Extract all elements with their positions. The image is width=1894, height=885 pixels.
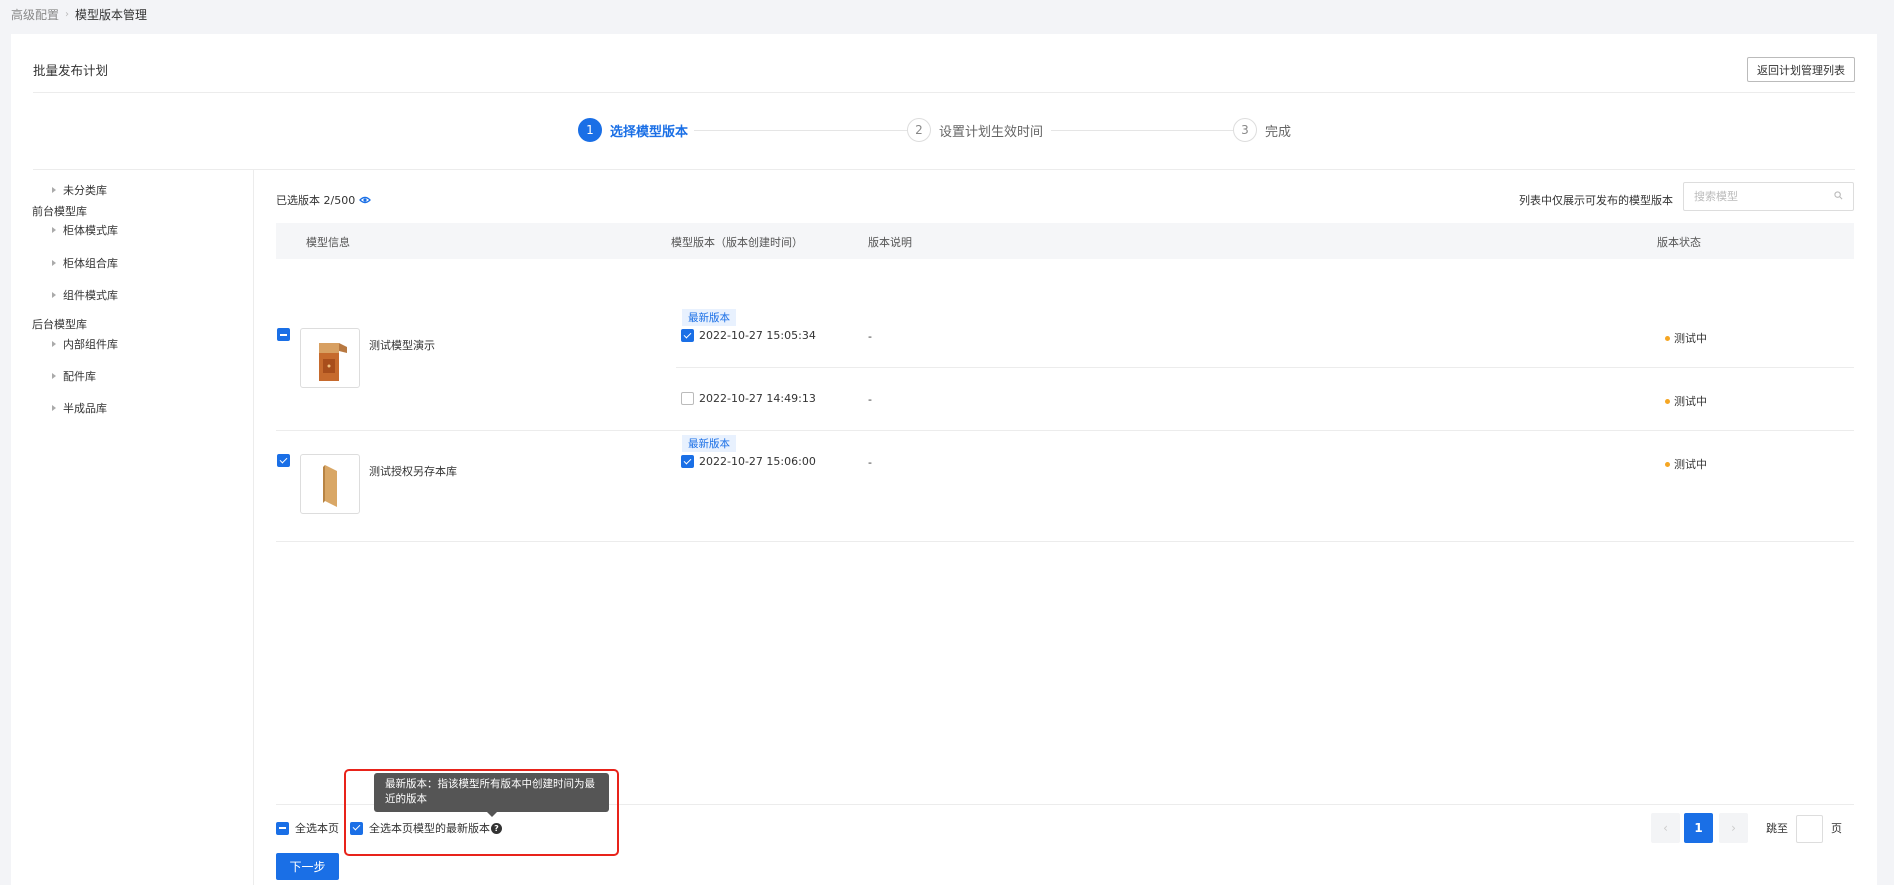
step-1-number: 1 [578, 118, 602, 142]
step-2-number: 2 [907, 118, 931, 142]
row-divider [276, 430, 1854, 431]
caret-right-icon [52, 187, 56, 193]
status-label: 测试中 [1674, 458, 1707, 471]
version-desc: - [868, 456, 872, 469]
jump-page-input[interactable] [1796, 815, 1823, 843]
step-1-label: 选择模型版本 [610, 124, 689, 140]
step-3: 3 完成 [1233, 118, 1291, 142]
tree-item-component-mode[interactable]: 组件模式库 [52, 287, 118, 303]
column-model-version: 模型版本（版本创建时间） [671, 236, 803, 249]
page-1-button[interactable]: 1 [1684, 813, 1713, 843]
version-desc: - [868, 393, 872, 406]
step-2-label: 设置计划生效时间 [939, 124, 1044, 140]
tree-group-back: 后台模型库 [32, 318, 87, 331]
version-time: 2022-10-27 14:49:13 [699, 392, 816, 405]
page-suffix: 页 [1831, 822, 1842, 835]
tree-item-label: 未分类库 [63, 184, 107, 197]
status-dot-icon [1665, 398, 1670, 404]
step-connector [1051, 130, 1235, 131]
divider [33, 92, 1855, 93]
status-dot-icon [1665, 461, 1670, 467]
breadcrumb-current: 模型版本管理 [75, 8, 148, 22]
select-page-box[interactable] [276, 821, 289, 835]
column-model-info: 模型信息 [306, 236, 350, 249]
step-3-number: 3 [1233, 118, 1257, 142]
library-sidebar: 未分类库 前台模型库 柜体模式库 柜体组合库 组件模式库 后台模型库 内部组件库… [11, 170, 254, 885]
version-time: 2022-10-27 15:05:34 [699, 329, 816, 342]
panel-image [323, 465, 337, 507]
selected-count: 已选版本 2/500 [276, 192, 372, 208]
tree-item-label: 柜体模式库 [63, 224, 118, 237]
search-box[interactable] [1683, 182, 1854, 211]
step-3-label: 完成 [1265, 124, 1292, 140]
version-status: 测试中 [1665, 330, 1707, 346]
eye-icon[interactable] [359, 194, 372, 207]
caret-right-icon [52, 227, 56, 233]
model-row-1-checkbox[interactable] [277, 328, 290, 341]
main-panel: 批量发布计划 返回计划管理列表 1 选择模型版本 2 设置计划生效时间 3 完成… [11, 34, 1877, 885]
caret-right-icon [52, 341, 56, 347]
search-icon[interactable] [1834, 190, 1843, 203]
status-label: 测试中 [1674, 395, 1707, 408]
status-label: 测试中 [1674, 332, 1707, 345]
tree-item-label: 半成品库 [63, 402, 107, 415]
tree-item-cabinet-combo[interactable]: 柜体组合库 [52, 255, 118, 271]
caret-right-icon [52, 292, 56, 298]
tree-item-internal-component[interactable]: 内部组件库 [52, 336, 118, 352]
version-status: 测试中 [1665, 456, 1707, 472]
select-page-checkbox[interactable]: 全选本页 [276, 820, 339, 836]
tree-item-accessory[interactable]: 配件库 [52, 368, 96, 384]
list-hint: 列表中仅展示可发布的模型版本 [1519, 194, 1673, 207]
caret-right-icon [52, 373, 56, 379]
tree-group-front: 前台模型库 [32, 205, 87, 218]
next-page-button[interactable]: › [1719, 813, 1748, 843]
row-divider [276, 541, 1854, 542]
version-status: 测试中 [1665, 393, 1707, 409]
breadcrumb-separator-icon: › [65, 9, 70, 20]
column-version-desc: 版本说明 [868, 236, 912, 249]
version-checkbox[interactable] [681, 392, 694, 405]
divider [33, 169, 1855, 170]
breadcrumb-parent[interactable]: 高级配置 [11, 6, 59, 23]
tree-item-unclassified[interactable]: 未分类库 [52, 182, 107, 198]
highlight-box [344, 769, 619, 856]
latest-version-tag: 最新版本 [682, 435, 736, 452]
back-to-plan-list-button[interactable]: 返回计划管理列表 [1747, 57, 1855, 82]
next-step-button[interactable]: 下一步 [276, 853, 339, 880]
tree-item-label: 组件模式库 [63, 289, 118, 302]
prev-page-button[interactable]: ‹ [1651, 813, 1680, 843]
select-page-label: 全选本页 [295, 822, 339, 835]
version-checkbox[interactable] [681, 455, 694, 468]
model-thumbnail [300, 328, 360, 388]
version-desc: - [868, 330, 872, 343]
version-time: 2022-10-27 15:06:00 [699, 455, 816, 468]
tree-item-cabinet-mode[interactable]: 柜体模式库 [52, 222, 118, 238]
model-row-2-checkbox[interactable] [277, 454, 290, 467]
tree-item-label: 内部组件库 [63, 338, 118, 351]
table-header: 模型信息 模型版本（版本创建时间） 版本说明 版本状态 [276, 223, 1854, 259]
model-thumbnail [300, 454, 360, 514]
status-dot-icon [1665, 335, 1670, 341]
selected-count-label: 已选版本 2/500 [276, 194, 356, 207]
tree-item-label: 配件库 [63, 370, 96, 383]
step-2: 2 设置计划生效时间 [907, 118, 1043, 142]
jump-label: 跳至 [1766, 822, 1788, 835]
model-name: 测试授权另存本库 [369, 465, 457, 478]
caret-right-icon [52, 405, 56, 411]
version-checkbox[interactable] [681, 329, 694, 342]
model-name: 测试模型演示 [369, 339, 435, 352]
breadcrumb: 高级配置 › 模型版本管理 [11, 6, 147, 23]
page-title: 批量发布计划 [33, 63, 109, 78]
caret-right-icon [52, 260, 56, 266]
step-1: 1 选择模型版本 [578, 118, 688, 142]
column-version-status: 版本状态 [1657, 236, 1701, 249]
cabinet-image [319, 343, 347, 381]
step-connector [694, 130, 912, 131]
search-input[interactable] [1694, 190, 1824, 203]
steps-bar: 1 选择模型版本 2 设置计划生效时间 3 完成 [11, 118, 1877, 146]
row-divider [676, 367, 1854, 368]
tree-item-label: 柜体组合库 [63, 257, 118, 270]
latest-version-tag: 最新版本 [682, 309, 736, 326]
tree-item-semi-finished[interactable]: 半成品库 [52, 400, 107, 416]
